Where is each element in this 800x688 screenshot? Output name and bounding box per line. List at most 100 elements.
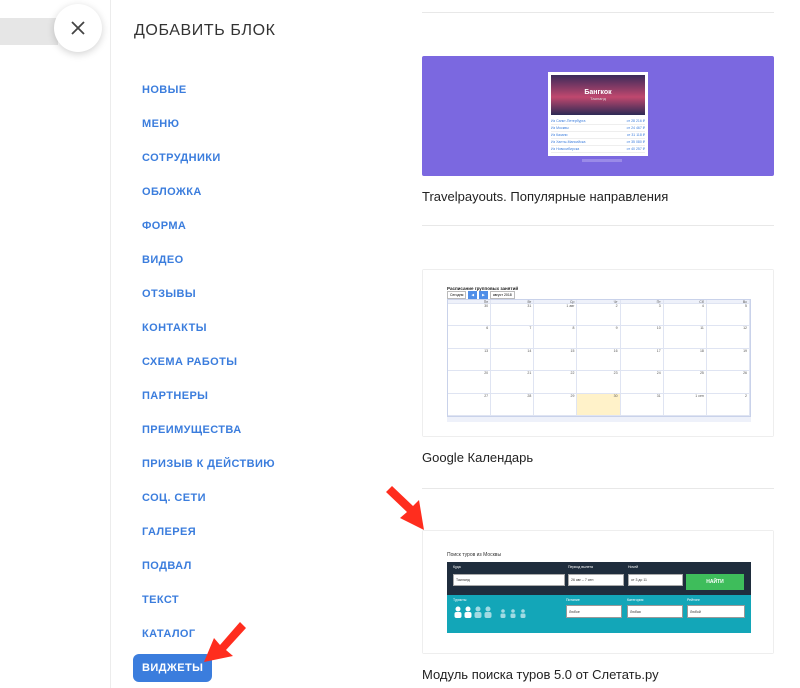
block-title[interactable]: Google Календарь [422,450,774,465]
block-title[interactable]: Модуль поиска туров 5.0 от Слетать.ру [422,667,774,682]
category-link[interactable]: ПРИЗЫВ К ДЕЙСТВИЮ [133,458,284,470]
sletat-search-button: НАЙТИ [686,574,744,590]
sletat-tourists-label: Туристы [453,598,467,602]
category-item[interactable]: ПРИЗЫВ К ДЕЙСТВИЮ [133,447,363,481]
calendar-day-cell: 20 [448,371,492,394]
calendar-grid: Пн Вт Ср Чт Пт Сб Вс 30 31 1 авг 2 3 4 5 6 7 8 9 10 11 12 13 1… [447,299,751,417]
calendar-toolbar: Сегодня ◀ ▶ август 2018 [447,291,515,299]
calendar-preview-bg: Расписание групповых занятий Сегодня ◀ ▶… [422,269,774,437]
sletat-category-select: Любая [627,605,683,618]
calendar-day-cell: 29 [534,393,578,416]
category-item[interactable]: ПОДВАЛ [133,549,363,583]
calendar-day-cell: 28 [491,393,535,416]
category-link[interactable]: СОТРУДНИКИ [133,152,230,164]
sletat-search-bar: Куда Таиланд Период вылета 26 авг – 7 се… [447,562,751,595]
sletat-food-label: Питание [566,598,580,602]
travelpayouts-row-name: Из Москвы [551,126,569,130]
category-link[interactable]: ОБЛОЖКА [133,186,211,198]
category-link[interactable]: ПАРТНЕРЫ [133,390,217,402]
category-item[interactable]: СОЦ. СЕТИ [133,481,363,515]
sletat-period-label: Период вылета [568,565,594,569]
sletat-category-value: Любая [630,610,641,614]
category-item[interactable]: ОБЛОЖКА [133,175,363,209]
calendar-day-cell: 25 [663,371,707,394]
category-link[interactable]: СХЕМА РАБОТЫ [133,356,246,368]
block-card-google-calendar[interactable]: Расписание групповых занятий Сегодня ◀ ▶… [422,269,774,465]
category-item[interactable]: МЕНЮ [133,107,363,141]
category-link[interactable]: ТЕКСТ [133,594,188,606]
category-link[interactable]: МЕНЮ [133,118,188,130]
block-preview-sletat[interactable]: Поиск туров из Москвы Куда Таиланд Перио… [422,530,774,654]
category-link[interactable]: ФОРМА [133,220,195,232]
panel-divider [110,0,111,688]
calendar-day-cell: 17 [620,348,664,372]
category-link[interactable]: СОЦ. СЕТИ [133,492,215,504]
calendar-day-cell: 8 [534,326,578,349]
sletat-nights-field: от 3 до 11 [628,574,683,586]
calendar-day-cell: 18 [663,348,707,372]
calendar-prev-button: ◀ [468,291,478,299]
travelpayouts-preview-bg: Бангкок Таиланд Из Санкт-Петербурга от 28… [422,56,774,176]
divider [422,12,774,13]
block-card-sletat[interactable]: Поиск туров из Москвы Куда Таиланд Перио… [422,530,774,682]
calendar-day-cell: 14 [491,348,535,372]
category-link[interactable]: ГАЛЕРЕЯ [133,526,205,538]
sletat-heading: Поиск туров из Москвы [447,552,502,558]
calendar-day-cell: 6 [448,326,492,349]
close-button[interactable] [54,4,102,52]
calendar-day-cell: 7 [491,326,535,349]
calendar-day-cell: 30 [448,304,492,327]
category-item[interactable]: СХЕМА РАБОТЫ [133,345,363,379]
category-link[interactable]: ВИДЕО [133,254,193,266]
calendar-day-cell: 12 [706,326,750,349]
category-item[interactable]: ПАРТНЕРЫ [133,379,363,413]
sletat-period-value: 26 авг – 7 сен [571,578,594,582]
calendar-day-cell: 2 [706,393,750,416]
sletat-nights-label: Ночей [628,565,639,569]
calendar-day-cell: 4 [663,304,707,327]
travelpayouts-row-price: от 35 080 ₽ [626,140,645,144]
travelpayouts-city-image: Бангкок Таиланд [551,75,645,115]
category-link[interactable]: КОНТАКТЫ [133,322,216,334]
category-item[interactable]: ОТЗЫВЫ [133,277,363,311]
calendar-day-cell: 15 [534,348,578,372]
calendar-day-cell: 1 авг [534,304,578,327]
category-link[interactable]: НОВЫЕ [133,84,196,96]
category-menu: НОВЫЕ МЕНЮ СОТРУДНИКИ ОБЛОЖКА ФОРМА ВИДЕО ОТЗЫ… [133,73,363,685]
travelpayouts-city: Бангкок [584,89,612,96]
divider [422,225,774,226]
category-item[interactable]: ГАЛЕРЕЯ [133,515,363,549]
calendar-day-cell: 19 [706,348,750,372]
sletat-filter-bar: Туристы Питание Любое Категория Любая Ре… [447,595,751,633]
category-link[interactable]: КАТАЛОГ [133,628,205,640]
travelpayouts-row-name: Из Ханты-Мансийска [551,140,586,144]
travelpayouts-subtitle: Таиланд [590,96,606,101]
travelpayouts-row: Из Санкт-Петербурга от 28 216 ₽ [551,118,645,125]
category-item[interactable]: ФОРМА [133,209,363,243]
category-item[interactable]: НОВЫЕ [133,73,363,107]
block-preview-google-calendar[interactable]: Расписание групповых занятий Сегодня ◀ ▶… [422,269,774,437]
calendar-footer [447,417,751,422]
category-item[interactable]: ТЕКСТ [133,583,363,617]
travelpayouts-row-name: Из Казани [551,133,568,137]
block-preview-travelpayouts[interactable]: Бангкок Таиланд Из Санкт-Петербурга от 28… [422,56,774,176]
calendar-day-cell: 31 [620,393,664,416]
category-link[interactable]: ОТЗЫВЫ [133,288,205,300]
block-title[interactable]: Travelpayouts. Популярные направления [422,189,774,204]
travelpayouts-row-name: Из Санкт-Петербурга [551,119,586,123]
category-link[interactable]: ПОДВАЛ [133,560,201,572]
category-item[interactable]: СОТРУДНИКИ [133,141,363,175]
sletat-rating-select: Любой [687,605,745,618]
sletat-rating-value: Любой [690,610,701,614]
calendar-day-cell: 13 [448,348,492,372]
category-item[interactable]: ПРЕИМУЩЕСТВА [133,413,363,447]
category-item[interactable]: КОНТАКТЫ [133,311,363,345]
travelpayouts-row-price: от 31 118 ₽ [626,133,645,137]
calendar-day-cell: 30 [577,393,621,416]
category-item[interactable]: ВИДЕО [133,243,363,277]
divider [422,488,774,489]
sletat-where-value: Таиланд [456,578,470,582]
category-link[interactable]: ПРЕИМУЩЕСТВА [133,424,251,436]
sletat-where-field: Таиланд [453,574,565,586]
block-card-travelpayouts[interactable]: Бангкок Таиланд Из Санкт-Петербурга от 28… [422,56,774,204]
